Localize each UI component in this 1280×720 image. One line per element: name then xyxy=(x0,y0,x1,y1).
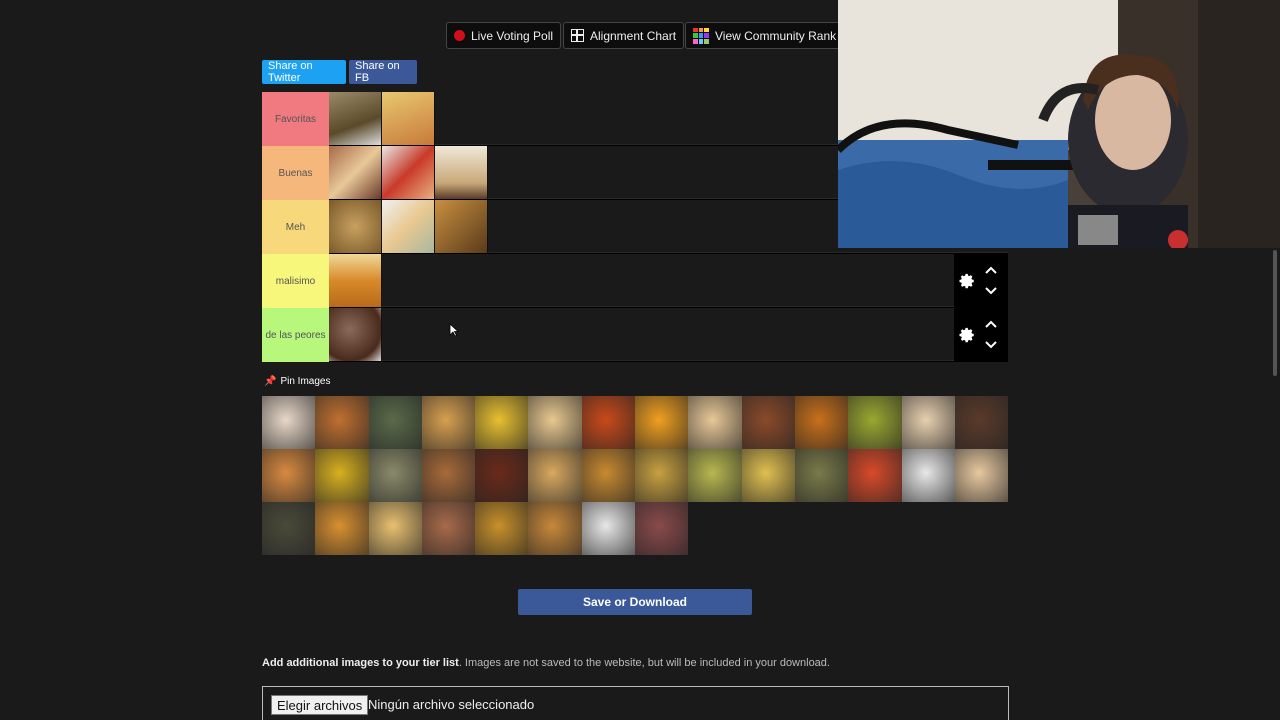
tier-controls xyxy=(954,254,1008,308)
live-poll-label: Live Voting Poll xyxy=(471,28,554,43)
food-image[interactable] xyxy=(901,449,955,502)
food-image[interactable] xyxy=(848,449,902,502)
tier-items[interactable] xyxy=(329,254,1008,307)
add-images-bold: Add additional images to your tier list xyxy=(262,657,459,669)
food-image[interactable] xyxy=(329,308,382,361)
choose-files-label: Elegir archivos xyxy=(277,697,363,713)
food-image[interactable] xyxy=(794,449,849,502)
choose-files-button[interactable]: Elegir archivos xyxy=(271,695,369,715)
tier-items[interactable] xyxy=(329,308,1008,361)
food-image[interactable] xyxy=(475,449,529,502)
tier-label[interactable]: Meh xyxy=(262,200,329,254)
food-image[interactable] xyxy=(528,449,582,502)
food-image[interactable] xyxy=(315,396,369,449)
food-image[interactable] xyxy=(382,146,435,199)
food-image[interactable] xyxy=(262,449,316,502)
webcam-overlay xyxy=(838,0,1280,248)
view-community-rank-button[interactable]: View Community Rank xyxy=(685,22,845,49)
food-image[interactable] xyxy=(368,449,422,502)
tier-list-page: Live Voting Poll Alignment Chart View Co… xyxy=(0,0,1280,720)
food-image[interactable] xyxy=(794,396,849,449)
tier-label[interactable]: malisimo xyxy=(262,254,329,308)
food-image[interactable] xyxy=(262,502,316,555)
chevron-down-icon[interactable] xyxy=(984,286,998,296)
food-image[interactable] xyxy=(635,396,689,449)
share-twitter-label: Share on Twitter xyxy=(268,60,313,84)
food-image[interactable] xyxy=(435,146,488,199)
share-fb-label: Share on FB xyxy=(355,60,400,84)
file-upload-box: Elegir archivos Ningún archivo seleccion… xyxy=(262,686,1009,720)
food-image[interactable] xyxy=(421,449,476,502)
gear-icon[interactable] xyxy=(958,272,976,290)
add-images-desc: . Images are not saved to the website, b… xyxy=(458,657,830,669)
chevron-up-icon[interactable] xyxy=(984,265,998,275)
grid-icon xyxy=(571,29,584,42)
food-image[interactable] xyxy=(581,449,636,502)
food-image[interactable] xyxy=(635,502,689,555)
food-image[interactable] xyxy=(329,92,382,145)
food-image[interactable] xyxy=(382,200,435,253)
food-image[interactable] xyxy=(382,92,435,145)
food-image[interactable] xyxy=(368,502,422,555)
pin-images-label: Pin Images xyxy=(280,376,331,387)
file-status: Ningún archivo seleccionado xyxy=(368,697,535,712)
food-image[interactable] xyxy=(475,396,529,449)
food-image[interactable] xyxy=(315,449,369,502)
food-image[interactable] xyxy=(901,396,955,449)
tier-row: de las peores xyxy=(262,308,1008,362)
tier-label[interactable]: Buenas xyxy=(262,146,329,200)
live-voting-poll-button[interactable]: Live Voting Poll xyxy=(446,22,562,49)
food-image[interactable] xyxy=(329,254,382,307)
pin-images-toggle[interactable]: 📌 Pin Images xyxy=(264,376,330,387)
food-image[interactable] xyxy=(741,449,795,502)
food-image[interactable] xyxy=(848,396,902,449)
food-image[interactable] xyxy=(581,502,636,555)
food-image[interactable] xyxy=(421,396,476,449)
alignment-chart-button[interactable]: Alignment Chart xyxy=(563,22,685,49)
food-image[interactable] xyxy=(315,502,369,555)
food-image[interactable] xyxy=(688,449,742,502)
food-image[interactable] xyxy=(475,502,529,555)
food-image[interactable] xyxy=(421,502,476,555)
mouse-cursor-icon xyxy=(449,323,459,337)
food-image[interactable] xyxy=(741,396,795,449)
food-image[interactable] xyxy=(954,396,1009,449)
tier-controls xyxy=(954,308,1008,362)
food-image[interactable] xyxy=(329,146,382,199)
webcam-feed-image xyxy=(838,0,1280,248)
tier-label[interactable]: de las peores xyxy=(262,308,329,362)
community-label: View Community Rank xyxy=(715,28,837,43)
save-download-button[interactable]: Save or Download xyxy=(518,589,752,615)
food-image[interactable] xyxy=(528,396,582,449)
add-images-text: Add additional images to your tier list.… xyxy=(262,657,830,669)
color-grid-icon xyxy=(693,27,709,44)
share-fb-button[interactable]: Share on FB xyxy=(349,60,417,84)
food-image[interactable] xyxy=(262,396,316,449)
food-image[interactable] xyxy=(368,396,422,449)
gear-icon[interactable] xyxy=(958,326,976,344)
tier-row: malisimo xyxy=(262,254,1008,308)
record-icon xyxy=(454,30,465,41)
chevron-up-icon[interactable] xyxy=(984,319,998,329)
food-image[interactable] xyxy=(635,449,689,502)
share-twitter-button[interactable]: Share on Twitter xyxy=(262,60,346,84)
chevron-down-icon[interactable] xyxy=(984,340,998,350)
image-pool xyxy=(262,396,1009,555)
food-image[interactable] xyxy=(329,200,382,253)
pin-icon: 📌 xyxy=(264,376,277,387)
alignment-label: Alignment Chart xyxy=(590,28,677,43)
save-label: Save or Download xyxy=(582,595,688,609)
food-image[interactable] xyxy=(435,200,488,253)
food-image[interactable] xyxy=(688,396,742,449)
scrollbar-thumb[interactable] xyxy=(1273,250,1277,376)
tier-label[interactable]: Favoritas xyxy=(262,92,329,146)
food-image[interactable] xyxy=(581,396,636,449)
food-image[interactable] xyxy=(954,449,1009,502)
food-image[interactable] xyxy=(528,502,582,555)
